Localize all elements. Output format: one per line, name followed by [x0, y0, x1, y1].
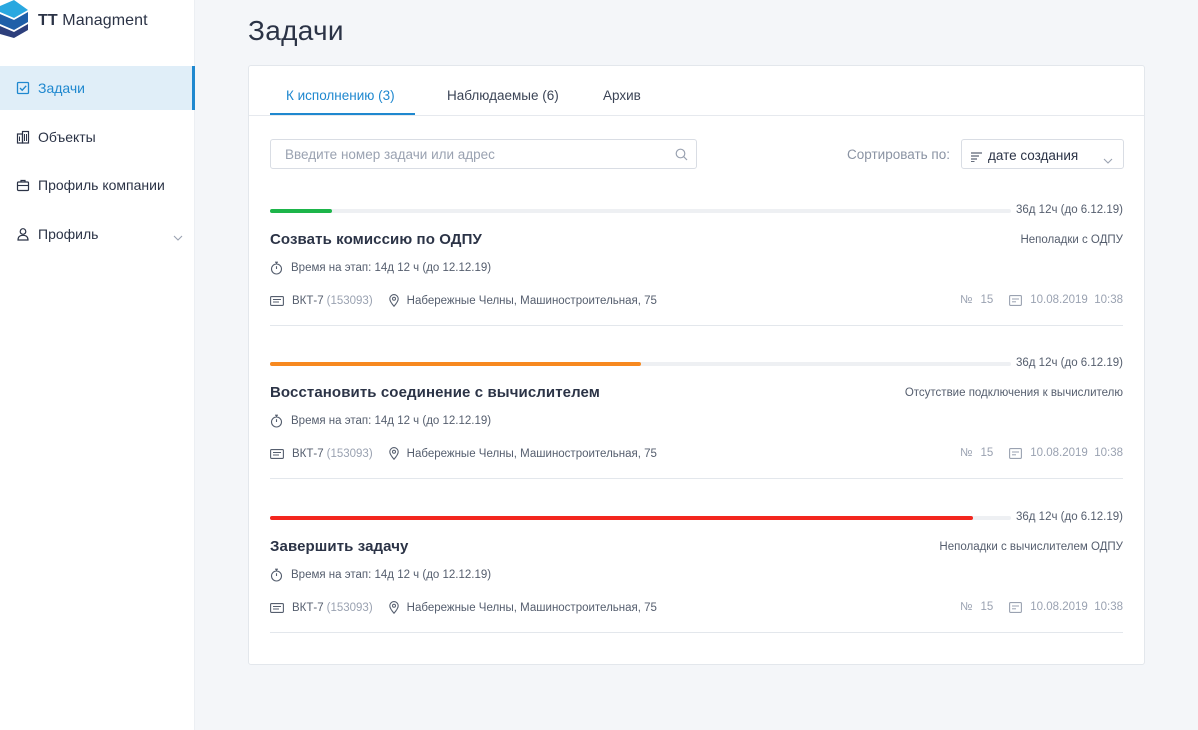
sort-select[interactable]: дате создания: [961, 139, 1124, 169]
stage-time-text: Время на этап: 14д 12 ч (до 12.12.19): [291, 262, 492, 274]
chevron-down-icon: [1103, 151, 1113, 169]
progress-track: [270, 362, 1011, 366]
task-title[interactable]: Созвать комиссию по ОДПУ: [270, 231, 482, 248]
sort-lines-icon: [971, 149, 983, 167]
number-label: №: [960, 601, 973, 613]
task-stage-time: Время на этап: 14д 12 ч (до 12.12.19): [270, 414, 491, 428]
calendar-icon: [1009, 294, 1023, 306]
task-created-date: 10.08.2019 10:38: [1030, 447, 1123, 459]
search-icon[interactable]: [675, 148, 688, 166]
device-icon: [270, 602, 284, 613]
tab-to-execute[interactable]: К исполнению (3): [286, 88, 395, 103]
task-meta-left: ВКТ-7 (153093) Набережные Челны, Машинос…: [270, 294, 657, 307]
task-title[interactable]: Завершить задачу: [270, 538, 408, 555]
search-input[interactable]: [271, 140, 666, 168]
sort-label: Сортировать по:: [847, 147, 950, 162]
sidebar: TT Managment Задачи Объекты Профиль комп…: [0, 0, 195, 730]
task-meta-left: ВКТ-7 (153093) Набережные Челны, Машинос…: [270, 601, 657, 614]
tasks-card: К исполнению (3) Наблюдаемые (6) Архив С…: [248, 65, 1145, 665]
task-number: 15: [980, 601, 994, 613]
task-title[interactable]: Восстановить соединение с вычислителем: [270, 384, 600, 401]
task-category: Неполадки с вычислителем ОДПУ: [939, 541, 1123, 553]
progress-fill: [270, 516, 974, 520]
location-pin-icon: [388, 294, 399, 307]
task-stage-time: Время на этап: 14д 12 ч (до 12.12.19): [270, 568, 491, 582]
sidebar-item-label: Задачи: [38, 80, 86, 96]
page-title: Задачи: [248, 15, 344, 46]
task-divider: [270, 478, 1123, 479]
logo-text: TT Managment: [38, 12, 148, 29]
stopwatch-icon: [270, 261, 283, 275]
device-id: (153093): [326, 447, 373, 460]
search-box: [270, 139, 697, 169]
task-meta-right: № 15 10.08.2019 10:38: [960, 447, 1123, 459]
location-pin-icon: [388, 447, 399, 460]
calendar-icon: [1009, 601, 1023, 613]
progress-fill: [270, 362, 641, 366]
sidebar-item-company-profile[interactable]: Профиль компании: [0, 163, 195, 207]
calendar-icon: [1009, 447, 1023, 459]
device-name: ВКТ-7: [292, 601, 324, 614]
tabs-bar: К исполнению (3) Наблюдаемые (6) Архив: [249, 66, 1144, 116]
sidebar-item-label: Профиль компании: [38, 177, 165, 193]
user-icon: [16, 227, 30, 241]
sidebar-item-label: Профиль: [38, 225, 99, 242]
sidebar-item-label: Объекты: [38, 128, 96, 145]
task-deadline: 36д 12ч (до 6.12.19): [1015, 204, 1123, 216]
chevron-down-icon: [173, 228, 183, 244]
device-name: ВКТ-7: [292, 294, 324, 307]
logo[interactable]: TT Managment: [0, 0, 195, 44]
sort-value: дате создания: [988, 148, 1079, 163]
tab-archive[interactable]: Архив: [603, 88, 641, 103]
task-created-date: 10.08.2019 10:38: [1030, 601, 1123, 613]
task-item[interactable]: 36д 12ч (до 6.12.19) Созвать комиссию по…: [270, 197, 1123, 351]
task-address: Набережные Челны, Машиностроительная, 75: [406, 601, 657, 614]
task-item[interactable]: 36д 12ч (до 6.12.19) Завершить задачу Не…: [270, 504, 1123, 658]
task-stage-time: Время на этап: 14д 12 ч (до 12.12.19): [270, 261, 491, 275]
task-category: Отсутствие подключения к вычислителю: [904, 387, 1123, 399]
buildings-icon: [16, 130, 30, 144]
sidebar-item-tasks[interactable]: Задачи: [0, 66, 195, 110]
task-deadline: 36д 12ч (до 6.12.19): [1015, 357, 1123, 369]
task-item[interactable]: 36д 12ч (до 6.12.19) Восстановить соедин…: [270, 350, 1123, 504]
tab-watched[interactable]: Наблюдаемые (6): [447, 88, 559, 103]
task-number: 15: [980, 447, 994, 459]
progress-track: [270, 516, 1011, 520]
task-divider: [270, 632, 1123, 633]
task-divider: [270, 325, 1123, 326]
progress-fill: [270, 209, 333, 213]
task-created-date: 10.08.2019 10:38: [1030, 294, 1123, 306]
stopwatch-icon: [270, 568, 283, 582]
device-icon: [270, 295, 284, 306]
task-meta-right: № 15 10.08.2019 10:38: [960, 601, 1123, 613]
progress-track: [270, 209, 1011, 213]
number-label: №: [960, 447, 973, 459]
briefcase-icon: [16, 178, 30, 192]
number-label: №: [960, 294, 973, 306]
location-pin-icon: [388, 601, 399, 614]
stage-time-text: Время на этап: 14д 12 ч (до 12.12.19): [291, 569, 492, 581]
device-id: (153093): [326, 294, 373, 307]
checkbox-icon: [16, 81, 30, 95]
logo-mark-icon: [0, 0, 28, 38]
task-address: Набережные Челны, Машиностроительная, 75: [406, 447, 657, 460]
task-meta-right: № 15 10.08.2019 10:38: [960, 294, 1123, 306]
active-tab-indicator: [270, 113, 415, 115]
stage-time-text: Время на этап: 14д 12 ч (до 12.12.19): [291, 415, 492, 427]
stopwatch-icon: [270, 414, 283, 428]
task-category: Неполадки с ОДПУ: [1020, 234, 1123, 246]
task-meta-left: ВКТ-7 (153093) Набережные Челны, Машинос…: [270, 447, 657, 460]
sidebar-item-objects[interactable]: Объекты: [0, 115, 195, 159]
sidebar-item-profile[interactable]: Профиль: [0, 212, 195, 256]
device-name: ВКТ-7: [292, 447, 324, 460]
device-icon: [270, 448, 284, 459]
task-number: 15: [980, 294, 994, 306]
task-address: Набережные Челны, Машиностроительная, 75: [406, 294, 657, 307]
sidebar-nav: Задачи Объекты Профиль компании Профиль: [0, 66, 195, 260]
task-deadline: 36д 12ч (до 6.12.19): [1015, 511, 1123, 523]
device-id: (153093): [326, 601, 373, 614]
